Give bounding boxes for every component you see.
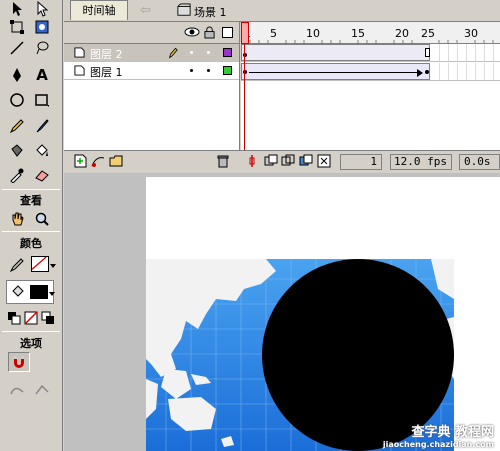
end-frame-marker[interactable] [425, 48, 430, 57]
hand-tool-icon[interactable] [8, 210, 26, 228]
layer-name[interactable]: 图层 2 [90, 46, 123, 62]
timeline-panel: 时间轴 ⇦ 场景 1 图层 2 图层 1 5 10 15 20 25 30 1 … [64, 0, 500, 172]
stroke-color-dropdown-icon[interactable] [50, 264, 56, 268]
add-layer-icon[interactable] [74, 154, 88, 171]
timeline-footer: 1 12.0 fps 0.0s [64, 150, 500, 172]
visibility-dot[interactable] [190, 69, 193, 72]
free-transform-tool-icon[interactable] [8, 18, 26, 36]
show-hide-icon[interactable] [184, 26, 200, 41]
edit-multiple-frames-icon[interactable] [299, 154, 313, 171]
fill-bucket-icon [9, 283, 27, 301]
no-color-icon[interactable] [22, 309, 40, 327]
frame-row-layer-1[interactable] [241, 63, 500, 81]
colors-section-label: 颜色 [20, 237, 42, 250]
brush-tool-icon[interactable] [33, 117, 51, 135]
zoom-tool-icon[interactable] [33, 210, 51, 228]
tween-span[interactable] [241, 44, 430, 61]
pencil-edit-icon [168, 46, 178, 62]
layer-page-icon [74, 65, 85, 79]
tween-arrowhead [417, 69, 423, 77]
fill-color-swatch[interactable] [30, 285, 48, 299]
arrow-tool-icon[interactable] [8, 0, 26, 18]
stroke-color-pencil-icon [8, 256, 26, 274]
playhead-marker[interactable] [241, 22, 249, 44]
center-frame-icon[interactable] [245, 154, 259, 171]
frame-ruler[interactable]: 1 5 10 15 20 25 30 [241, 22, 500, 44]
toolbox-separator [2, 231, 60, 232]
frame-row-layer-2[interactable] [241, 44, 500, 62]
back-arrow-icon[interactable]: ⇦ [140, 3, 151, 18]
magnet-icon [14, 356, 24, 368]
elapsed-time-field: 0.0s [459, 154, 500, 170]
outline-toggle-icon[interactable] [222, 27, 233, 38]
toolbox-separator [2, 189, 60, 190]
smooth-option-icon[interactable] [8, 381, 26, 399]
tab-timeline[interactable]: 时间轴 [70, 0, 128, 20]
frame-rate-field[interactable]: 12.0 fps [390, 154, 452, 170]
layer-outline-swatch[interactable] [223, 66, 232, 75]
visibility-dot[interactable] [190, 51, 193, 54]
lasso-tool-icon[interactable] [33, 39, 51, 57]
fill-color-dropdown-icon[interactable] [49, 292, 55, 296]
add-guide-layer-icon[interactable] [91, 154, 105, 171]
stroke-color-swatch[interactable] [31, 256, 49, 272]
trash-icon[interactable] [216, 154, 230, 171]
options-section-label: 选项 [20, 337, 42, 350]
lock-dot[interactable] [207, 51, 210, 54]
view-section-label: 查看 [20, 194, 42, 207]
layer-header [64, 22, 239, 44]
layer-name[interactable]: 图层 1 [90, 64, 123, 80]
timeline-header: 时间轴 ⇦ 场景 1 [64, 0, 500, 22]
swap-colors-icon[interactable] [39, 309, 57, 327]
layer-list: 图层 2 图层 1 [64, 22, 240, 150]
eyedropper-tool-icon[interactable] [8, 166, 26, 184]
lock-icon[interactable] [204, 26, 215, 42]
lock-dot[interactable] [207, 69, 210, 72]
layer-outline-swatch[interactable] [223, 48, 232, 57]
stage-workspace: 查字典 教程网 jiaocheng.chazidian.com [64, 173, 500, 451]
frame-grid[interactable]: 1 5 10 15 20 25 30 [241, 22, 500, 150]
scene-label: 场景 1 [194, 5, 227, 19]
keyframe-dot[interactable] [425, 70, 429, 74]
oval-tool-icon[interactable] [8, 91, 26, 109]
snap-magnet-button[interactable] [8, 352, 30, 372]
rectangle-tool-icon[interactable] [33, 91, 51, 109]
pencil-tool-icon[interactable] [8, 117, 26, 135]
add-folder-icon[interactable] [109, 154, 123, 171]
toolbox-separator [2, 331, 60, 332]
watermark-line2: jiaocheng.chazidian.com [382, 440, 494, 449]
subselect-tool-icon[interactable] [33, 0, 51, 18]
watermark: 查字典 教程网 jiaocheng.chazidian.com [383, 421, 494, 449]
paint-bucket-tool-icon[interactable] [33, 142, 51, 160]
line-tool-icon[interactable] [8, 39, 26, 57]
current-frame-field: 1 [340, 154, 382, 170]
flash-workspace: A 查看 颜色 选项 时间轴 ⇦ 场景 1 图层 2 图层 1 5 10 15 … [0, 0, 500, 451]
straighten-option-icon[interactable] [33, 381, 51, 399]
ruler-ticks [249, 40, 494, 44]
layer-row-2[interactable]: 图层 2 [64, 44, 239, 62]
onion-skin-outlines-icon[interactable] [281, 154, 295, 171]
ink-bottle-tool-icon[interactable] [8, 142, 26, 160]
playhead-line [244, 44, 245, 150]
layer-row-1[interactable]: 图层 1 [64, 62, 239, 80]
empty-frames-grid [431, 44, 500, 61]
tween-arrow [249, 72, 421, 73]
watermark-line1: 查字典 教程网 [411, 425, 494, 440]
layer-page-icon [74, 47, 85, 61]
eraser-tool-icon[interactable] [33, 166, 51, 184]
toolbox-panel: A 查看 颜色 选项 [0, 0, 63, 451]
scene-breadcrumb[interactable]: 场景 1 [177, 3, 227, 20]
empty-frames-grid [431, 63, 500, 80]
modify-onion-markers-icon[interactable] [317, 154, 331, 171]
fill-transform-tool-icon[interactable] [33, 18, 51, 36]
stage-canvas[interactable]: 查字典 教程网 jiaocheng.chazidian.com [146, 177, 500, 451]
pen-tool-icon[interactable] [8, 66, 26, 84]
black-white-icon[interactable] [5, 309, 23, 327]
scene-icon [177, 3, 191, 20]
onion-skin-icon[interactable] [264, 154, 278, 171]
text-tool-icon[interactable]: A [33, 66, 51, 84]
